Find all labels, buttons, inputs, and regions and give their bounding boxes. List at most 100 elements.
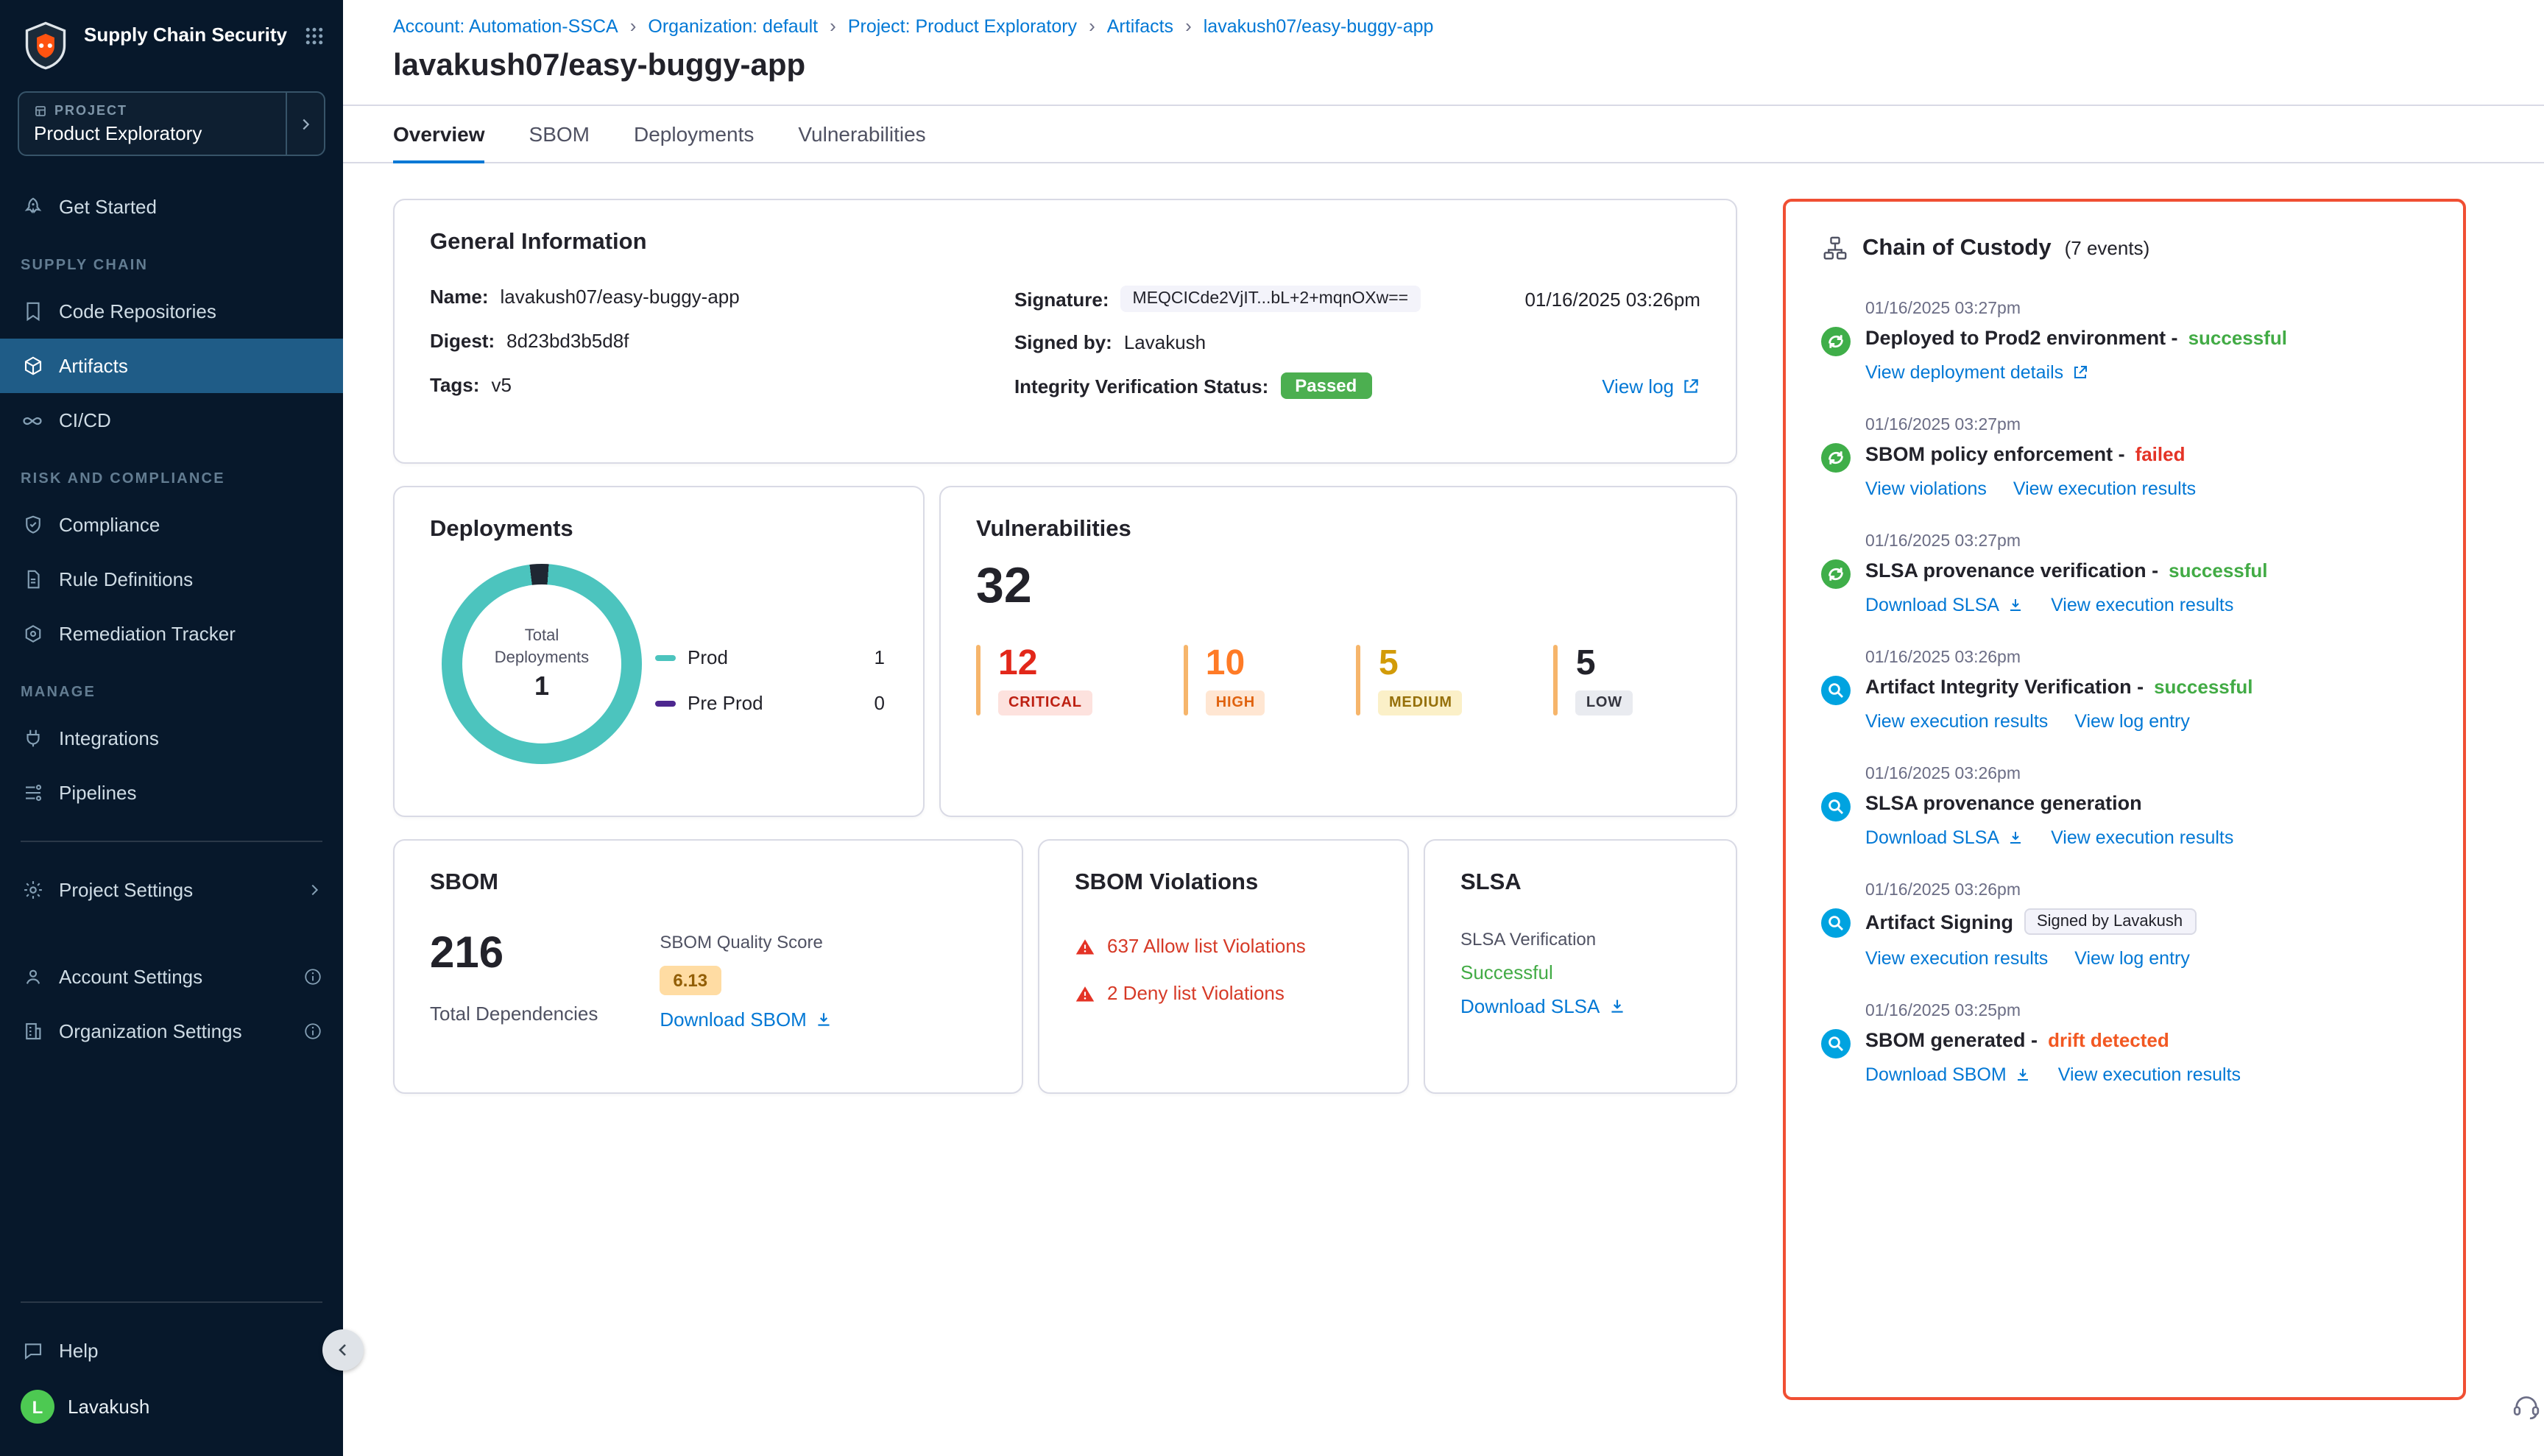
event-timestamp: 01/16/2025 03:27pm xyxy=(1865,300,2428,318)
name-field: Name: lavakush07/easy-buggy-app xyxy=(430,286,1014,308)
donut-center: Total Deployments 1 xyxy=(462,584,621,743)
legend-label: Pre Prod xyxy=(688,692,763,714)
view-execution-results-link[interactable]: View execution results xyxy=(2051,827,2233,848)
sidebar-item-cicd[interactable]: CI/CD xyxy=(0,393,343,448)
sidebar-item-pipelines[interactable]: Pipelines xyxy=(0,766,343,820)
sidebar-item-artifacts[interactable]: Artifacts xyxy=(0,339,343,393)
card-title: General Information xyxy=(430,230,1700,256)
account-icon xyxy=(21,966,44,988)
sidebar-bottom: Help L Lavakush xyxy=(0,1281,343,1456)
event-title: SBOM policy enforcement - xyxy=(1865,443,2125,465)
support-chat-icon[interactable] xyxy=(2512,1391,2541,1421)
download-sbom-link[interactable]: Download SBOM xyxy=(1865,1064,2032,1085)
sidebar-item-remediation-tracker[interactable]: Remediation Tracker xyxy=(0,607,343,661)
info-icon[interactable] xyxy=(303,1022,322,1041)
sidebar-item-label: CI/CD xyxy=(59,409,111,431)
digest-field: Digest: 8d23bd3b5d8f xyxy=(430,330,1014,352)
tab-vulnerabilities[interactable]: Vulnerabilities xyxy=(798,106,925,163)
vulnerabilities-card: Vulnerabilities 32 12 CRITICAL xyxy=(939,486,1737,817)
view-violations-link[interactable]: View violations xyxy=(1865,478,1987,499)
sidebar-item-label: Account Settings xyxy=(59,966,202,988)
project-selector-label: PROJECT xyxy=(54,103,127,118)
low-badge: LOW xyxy=(1576,690,1633,715)
scan-event-icon xyxy=(1821,676,1851,705)
sbom-total-label: Total Dependencies xyxy=(430,1003,598,1025)
custody-event: 01/16/2025 03:26pm Artifact Signing Sign… xyxy=(1821,882,2428,969)
sidebar-item-code-repositories[interactable]: Code Repositories xyxy=(0,284,343,339)
view-log-link[interactable]: View log xyxy=(1602,375,1700,397)
deny-list-violations-link[interactable]: 2 Deny list Violations xyxy=(1075,982,1372,1004)
tab-sbom[interactable]: SBOM xyxy=(529,106,590,163)
module-grid-icon[interactable] xyxy=(303,21,325,47)
sidebar-item-integrations[interactable]: Integrations xyxy=(0,711,343,766)
sidebar-item-project-settings[interactable]: Project Settings xyxy=(0,863,343,917)
severity-medium: 5 MEDIUM xyxy=(1357,645,1463,715)
screen: Supply Chain Security PROJECT Product Ex… xyxy=(0,0,2544,1456)
chevron-right-icon xyxy=(286,93,324,155)
sidebar-item-account-settings[interactable]: Account Settings xyxy=(0,950,343,1004)
section-label-manage: MANAGE xyxy=(0,661,343,711)
view-log-entry-link[interactable]: View log entry xyxy=(2074,711,2190,732)
view-deployment-details-link[interactable]: View deployment details xyxy=(1865,362,2088,383)
download-slsa-link[interactable]: Download SLSA xyxy=(1865,827,2024,848)
breadcrumb-organization[interactable]: Organization: default xyxy=(648,15,818,36)
infinity-icon xyxy=(21,409,44,432)
event-title: Artifact Integrity Verification - xyxy=(1865,676,2144,698)
breadcrumb-artifacts[interactable]: Artifacts xyxy=(1107,15,1173,36)
user-menu[interactable]: L Lavakush xyxy=(0,1378,343,1435)
tab-deployments[interactable]: Deployments xyxy=(634,106,754,163)
sidebar-item-organization-settings[interactable]: Organization Settings xyxy=(0,1004,343,1059)
card-title: Vulnerabilities xyxy=(976,517,1700,543)
breadcrumb-project[interactable]: Project: Product Exploratory xyxy=(848,15,1077,36)
medium-count: 5 xyxy=(1379,645,1463,682)
view-execution-results-link[interactable]: View execution results xyxy=(1865,711,2048,732)
sidebar-item-label: Artifacts xyxy=(59,355,128,377)
tab-overview[interactable]: Overview xyxy=(393,106,485,163)
view-execution-results-link[interactable]: View execution results xyxy=(2051,595,2233,615)
brand-row: Supply Chain Security xyxy=(0,0,343,88)
view-execution-results-link[interactable]: View execution results xyxy=(2058,1064,2241,1085)
scan-event-icon xyxy=(1821,792,1851,821)
sidebar-item-label: Code Repositories xyxy=(59,300,216,322)
severity-divider xyxy=(976,645,981,715)
supply-chain-security-logo-icon xyxy=(21,21,71,71)
allow-list-violations-link[interactable]: 637 Allow list Violations xyxy=(1075,935,1372,957)
download-sbom-link[interactable]: Download SBOM xyxy=(660,1008,833,1031)
app-root: Supply Chain Security PROJECT Product Ex… xyxy=(0,0,2544,1456)
sidebar-item-help[interactable]: Help xyxy=(0,1324,343,1378)
view-execution-results-link[interactable]: View execution results xyxy=(2013,478,2196,499)
donut-center-value: 1 xyxy=(534,672,549,703)
info-icon[interactable] xyxy=(303,967,322,986)
download-slsa-link[interactable]: Download SLSA xyxy=(1865,595,2024,615)
event-status: successful xyxy=(2169,559,2267,582)
sbom-card: SBOM 216 Total Dependencies SBOM Quality… xyxy=(393,839,1023,1094)
sidebar-item-compliance[interactable]: Compliance xyxy=(0,498,343,552)
download-icon xyxy=(2014,1066,2032,1084)
sidebar-item-label: Organization Settings xyxy=(59,1020,242,1042)
event-timestamp: 01/16/2025 03:27pm xyxy=(1865,533,2428,551)
legend-item-prod: Prod 1 xyxy=(655,646,885,668)
view-execution-results-link[interactable]: View execution results xyxy=(1865,948,2048,969)
package-icon xyxy=(21,355,44,377)
severity-divider xyxy=(1554,645,1558,715)
sidebar-item-get-started[interactable]: Get Started xyxy=(0,180,343,234)
download-slsa-link[interactable]: Download SLSA xyxy=(1460,995,1626,1017)
event-timestamp: 01/16/2025 03:25pm xyxy=(1865,1003,2428,1020)
project-selector[interactable]: PROJECT Product Exploratory xyxy=(18,91,325,156)
sidebar-collapse-handle[interactable] xyxy=(322,1329,364,1371)
breadcrumb-current-artifact[interactable]: lavakush07/easy-buggy-app xyxy=(1204,15,1434,36)
download-icon xyxy=(2007,829,2024,847)
view-log-entry-link[interactable]: View log entry xyxy=(2074,948,2190,969)
breadcrumb-account[interactable]: Account: Automation-SSCA xyxy=(393,15,618,36)
field-value: Lavakush xyxy=(1124,331,1206,353)
plug-icon xyxy=(21,727,44,749)
pipelines-icon xyxy=(21,782,44,804)
severity-critical: 12 CRITICAL xyxy=(976,645,1092,715)
scan-event-icon xyxy=(1821,1029,1851,1059)
vulnerabilities-total: 32 xyxy=(976,558,1700,615)
signed-by-field: Signed by: Lavakush xyxy=(1014,331,1700,353)
field-label: Digest: xyxy=(430,330,495,352)
sidebar-item-rule-definitions[interactable]: Rule Definitions xyxy=(0,552,343,607)
severity-breakdown: 12 CRITICAL 10 HIGH xyxy=(976,645,1700,715)
deployments-donut-chart: Total Deployments 1 xyxy=(442,564,642,764)
